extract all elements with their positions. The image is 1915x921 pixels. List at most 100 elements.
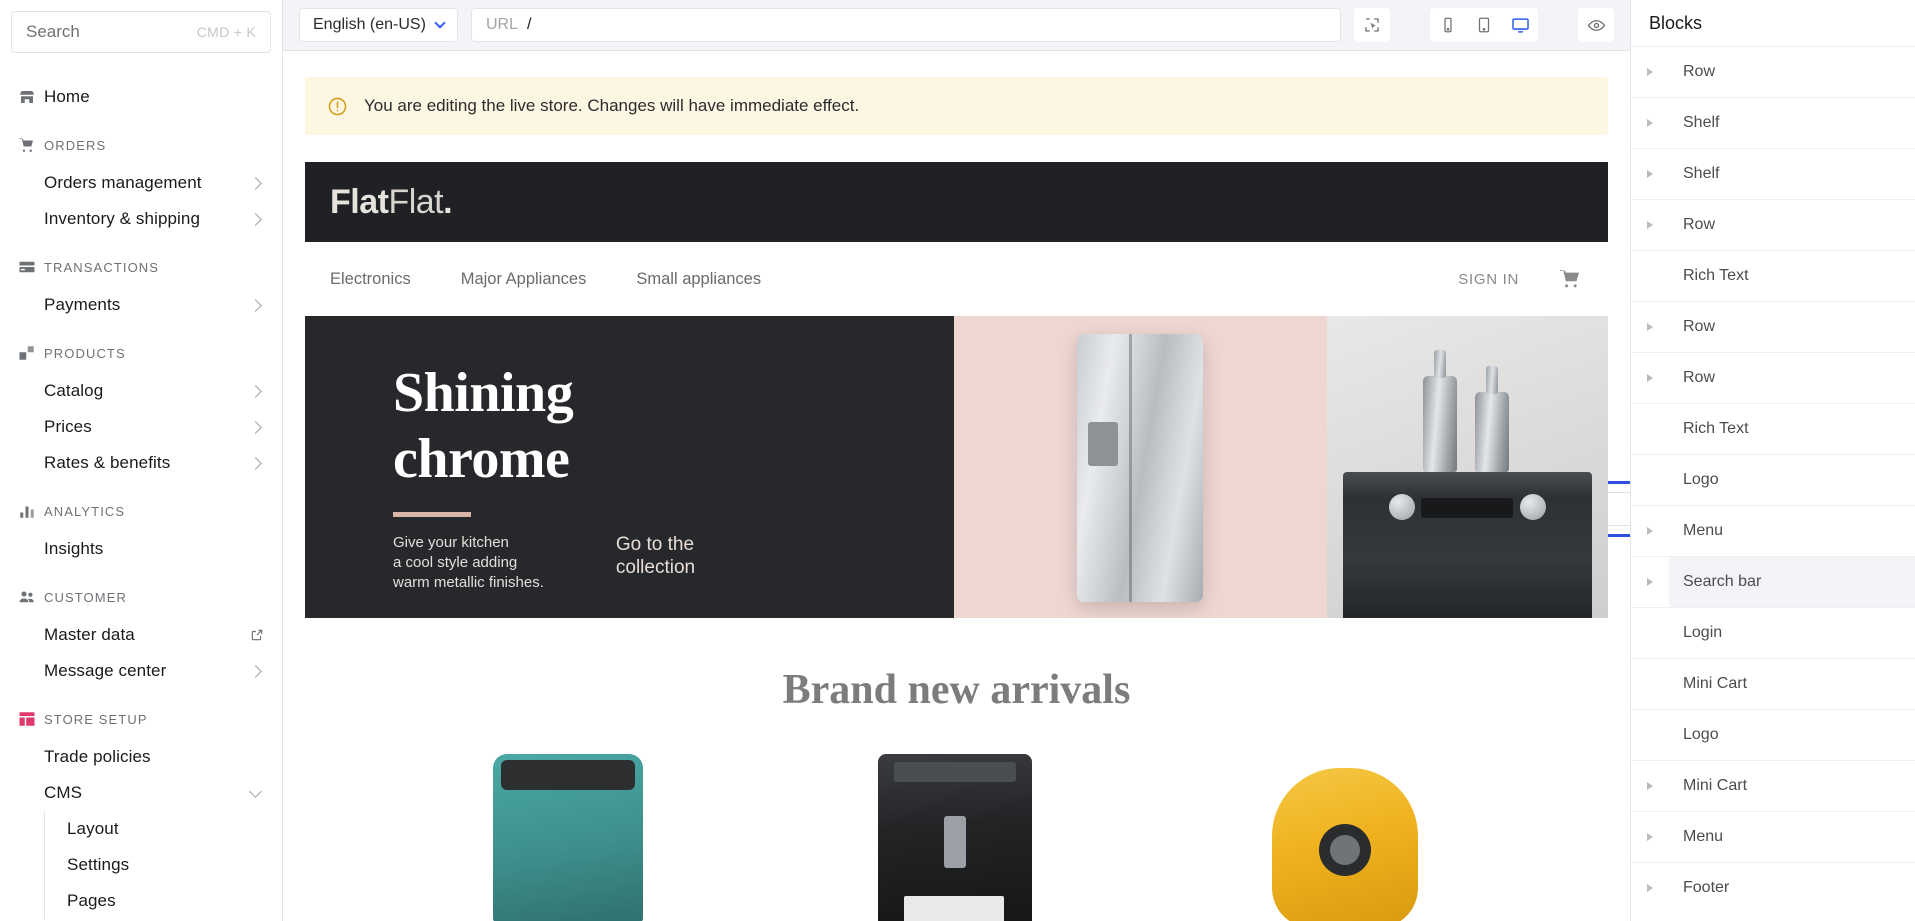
caret-right-icon [1647, 170, 1653, 178]
block-row-label: Search bar [1683, 573, 1762, 590]
block-row-row[interactable]: Row [1631, 199, 1915, 250]
block-row-shelf[interactable]: Shelf [1631, 148, 1915, 199]
storefront-frame: FlatFlat. Electronics Major Appliances S… [305, 162, 1630, 921]
sidebar-item-settings[interactable]: Settings [45, 847, 282, 883]
block-row-menu[interactable]: Menu [1631, 811, 1915, 862]
block-row-row[interactable]: Row [1631, 46, 1915, 97]
expand-caret-cell[interactable] [1631, 119, 1669, 127]
expand-caret-cell[interactable] [1631, 884, 1669, 892]
block-row-row[interactable]: Row [1631, 301, 1915, 352]
sidebar-item-pages[interactable]: Pages [45, 883, 282, 919]
people-icon [10, 588, 44, 606]
block-row-footer[interactable]: Footer [1631, 862, 1915, 913]
mobile-view-icon[interactable] [1430, 8, 1466, 42]
hero-banner: Shining chrome Give your kitchen a cool … [305, 316, 1608, 618]
sidebar-item-message-center[interactable]: Message center [0, 653, 282, 689]
sidebar-search-placeholder: Search [26, 22, 80, 41]
block-row-label: Row [1683, 63, 1716, 80]
sidebar-item-inventory-shipping[interactable]: Inventory & shipping [0, 201, 282, 237]
expand-caret-cell[interactable] [1631, 527, 1669, 535]
sidebar-nav: Home ORDERS Orders management Inventory … [0, 53, 282, 919]
oven-graphic [1342, 472, 1592, 618]
block-row-logo[interactable]: Logo [1631, 709, 1915, 760]
block-row-menu[interactable]: Menu [1631, 505, 1915, 556]
sidebar-item-layout[interactable]: Layout [45, 811, 282, 847]
caret-right-icon [1647, 374, 1653, 382]
sidebar-item-trade-policies[interactable]: Trade policies [0, 739, 282, 775]
tablet-view-icon[interactable] [1466, 8, 1502, 42]
expand-caret-cell[interactable] [1631, 782, 1669, 790]
block-row-label: Menu [1683, 522, 1724, 539]
storefront-top-bar: FlatFlat. [305, 162, 1608, 242]
sign-in-link[interactable]: SIGN IN [1458, 271, 1519, 288]
expand-caret-cell[interactable] [1631, 221, 1669, 229]
nav-link-electronics[interactable]: Electronics [330, 270, 411, 289]
preview-eye-icon[interactable] [1578, 8, 1614, 42]
sidebar-item-label: Payments [44, 295, 121, 314]
block-row-logo[interactable]: Logo [1631, 454, 1915, 505]
block-row-rich-text[interactable]: Rich Text [1631, 250, 1915, 301]
url-input[interactable]: URL / [470, 8, 1341, 42]
block-row-label: Login [1683, 624, 1723, 641]
oven-knob [1388, 494, 1415, 520]
block-row-search-bar[interactable]: Search bar [1631, 556, 1915, 607]
block-row-row[interactable]: Row [1631, 352, 1915, 403]
bottle-graphic [1422, 376, 1457, 472]
expand-caret-cell[interactable] [1631, 323, 1669, 331]
sidebar-item-payments[interactable]: Payments [0, 287, 282, 323]
sidebar-item-cms[interactable]: CMS [0, 775, 282, 811]
product-card[interactable] [1254, 754, 1434, 921]
block-row-login[interactable]: Login [1631, 607, 1915, 658]
sidebar-cms-subgroup: Layout Settings Pages [44, 811, 282, 919]
store-logo-dot: . [443, 182, 453, 221]
storefront-nav: Electronics Major Appliances Small appli… [305, 242, 1630, 537]
expand-caret-cell[interactable] [1631, 833, 1669, 841]
coffee-maker-top [500, 760, 635, 790]
block-row-mini-cart[interactable]: Mini Cart [1631, 658, 1915, 709]
expand-caret-cell[interactable] [1631, 557, 1669, 607]
chevron-right-icon [249, 456, 262, 470]
sidebar-item-insights[interactable]: Insights [0, 531, 282, 567]
blocks-panel-header: Blocks [1631, 0, 1915, 46]
chevron-down-icon [249, 784, 262, 798]
store-logo[interactable]: FlatFlat. [330, 182, 453, 222]
espresso-top [894, 762, 1017, 782]
caret-right-icon [1647, 833, 1653, 841]
expand-caret-cell[interactable] [1631, 374, 1669, 382]
sidebar-search-wrap: Search CMD + K [0, 0, 282, 53]
block-row-label: Footer [1683, 879, 1730, 896]
sidebar-item-prices[interactable]: Prices [0, 409, 282, 445]
product-card[interactable] [479, 754, 659, 921]
sidebar-item-home[interactable]: Home [0, 79, 282, 115]
sidebar-item-catalog[interactable]: Catalog [0, 373, 282, 409]
bar-chart-icon [10, 502, 44, 520]
nav-link-major-appliances[interactable]: Major Appliances [461, 270, 587, 289]
language-select[interactable]: English (en-US) [299, 8, 458, 42]
hero-cta-link[interactable]: Go to the collection [616, 533, 695, 593]
block-row-mini-cart[interactable]: Mini Cart [1631, 760, 1915, 811]
sidebar-item-label: Message center [44, 661, 167, 680]
sidebar-item-label: Catalog [44, 381, 104, 400]
chevron-right-icon [249, 212, 262, 226]
block-row-shelf[interactable]: Shelf [1631, 97, 1915, 148]
product-card[interactable] [866, 754, 1046, 921]
sidebar-item-master-data[interactable]: Master data [0, 617, 282, 653]
live-store-notice-text: You are editing the live store. Changes … [364, 96, 860, 115]
expand-caret-cell[interactable] [1631, 170, 1669, 178]
arrivals-product-row [305, 714, 1608, 921]
sidebar-item-rates-benefits[interactable]: Rates & benefits [0, 445, 282, 481]
expand-caret-cell[interactable] [1631, 68, 1669, 76]
sidebar-search-input[interactable]: Search CMD + K [11, 11, 271, 53]
sidebar-item-orders-management[interactable]: Orders management [0, 165, 282, 201]
hero-fridge-image [953, 316, 1327, 618]
block-row-label: Logo [1683, 726, 1719, 743]
blocks-panel-title: Blocks [1649, 12, 1703, 33]
caret-right-icon [1647, 221, 1653, 229]
shopping-cart-icon[interactable] [1559, 267, 1583, 291]
espresso-tray [904, 896, 1005, 921]
desktop-view-icon[interactable] [1502, 8, 1538, 42]
nav-link-small-appliances[interactable]: Small appliances [636, 270, 761, 289]
select-tool-icon[interactable] [1354, 8, 1390, 42]
chevron-right-icon [249, 664, 262, 678]
block-row-rich-text[interactable]: Rich Text [1631, 403, 1915, 454]
